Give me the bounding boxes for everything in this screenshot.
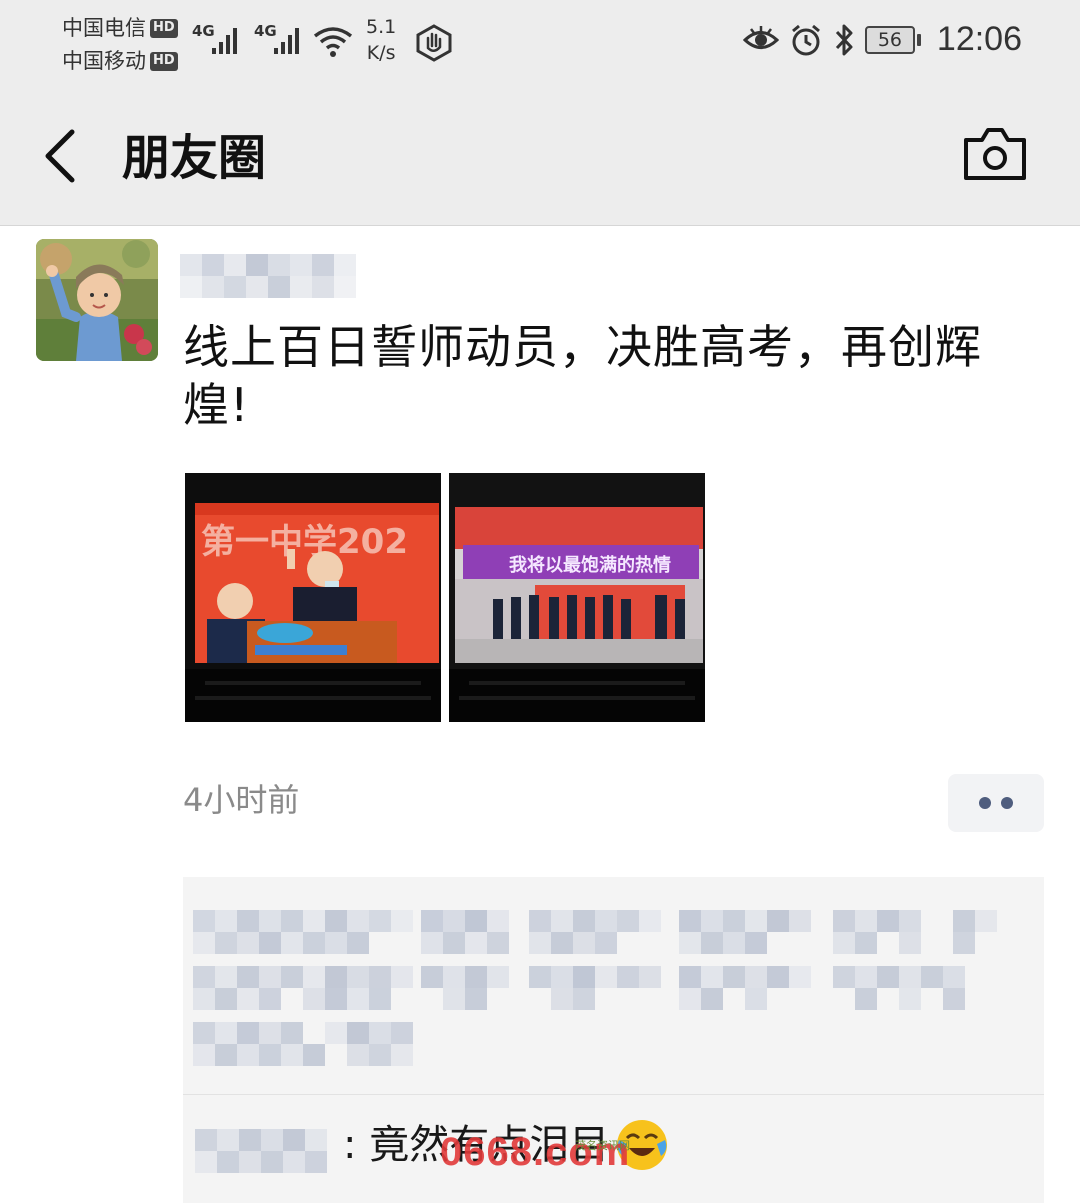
more-dot-icon — [979, 797, 991, 809]
comment-1-blurred[interactable] — [193, 902, 1013, 1082]
app-header: 中国电信 HD 中国移动 HD 4G 4G 5.1 K/s 56 12:06 朋… — [0, 0, 1080, 226]
carrier-1-label: 中国电信 — [62, 16, 146, 40]
back-arrow-icon[interactable] — [40, 126, 80, 186]
speed-unit: K/s — [366, 42, 396, 64]
photo-1-image: 第一中学202 — [185, 473, 441, 722]
battery-level: 56 — [864, 25, 915, 54]
eye-icon — [742, 25, 779, 49]
bluetooth-icon — [835, 24, 853, 55]
page-title: 朋友圈 — [122, 130, 267, 186]
status-bar: 中国电信 HD 中国移动 HD 4G 4G 5.1 K/s 56 12:06 — [0, 0, 1080, 90]
post-time: 4小时前 — [183, 781, 300, 819]
photo-2-image: 我将以最饱满的热情 — [449, 473, 705, 722]
battery-tip — [916, 33, 921, 46]
site-watermark-small: 茂名资讯网 — [575, 1139, 630, 1152]
speed-value: 5.1 — [366, 16, 397, 38]
photo-2-banner: 我将以最饱满的热情 — [509, 554, 671, 576]
battery-indicator: 56 — [864, 25, 921, 54]
avatar-image — [36, 239, 158, 361]
right-status-group: 56 12:06 — [742, 20, 1022, 59]
hd-badge-2: HD — [150, 52, 178, 71]
username-blurred[interactable] — [176, 240, 366, 302]
signal-4g-icon-1: 4G — [192, 22, 237, 54]
carrier-info: 中国电信 HD 中国移动 HD — [62, 12, 178, 78]
wifi-icon — [313, 27, 353, 57]
avatar[interactable] — [36, 239, 158, 361]
post-text: 线上百日誓师动员，决胜高考，再创辉煌! — [183, 320, 982, 432]
network-speed: 5.1 K/s — [366, 14, 396, 66]
network-1-label: 4G — [192, 22, 215, 40]
post-photo-2[interactable]: 我将以最饱满的热情 — [449, 473, 705, 722]
network-2-label: 4G — [254, 22, 277, 40]
hand-shield-icon — [416, 24, 452, 62]
signal-4g-icon-2: 4G — [254, 22, 299, 54]
status-clock: 12:06 — [936, 20, 1022, 58]
more-actions-button[interactable] — [948, 774, 1044, 832]
alarm-clock-icon — [791, 24, 820, 55]
carrier-2-label: 中国移动 — [62, 49, 146, 73]
comment-2-author-blurred[interactable] — [193, 1117, 343, 1173]
comment-divider — [183, 1094, 1044, 1095]
hd-badge-1: HD — [150, 19, 178, 38]
more-dot-icon — [1001, 797, 1013, 809]
camera-icon[interactable] — [962, 126, 1028, 182]
post-photo-1[interactable]: 第一中学202 — [185, 473, 441, 722]
nav-bar: 朋友圈 — [0, 100, 1080, 218]
photo-1-banner: 第一中学202 — [201, 522, 408, 562]
